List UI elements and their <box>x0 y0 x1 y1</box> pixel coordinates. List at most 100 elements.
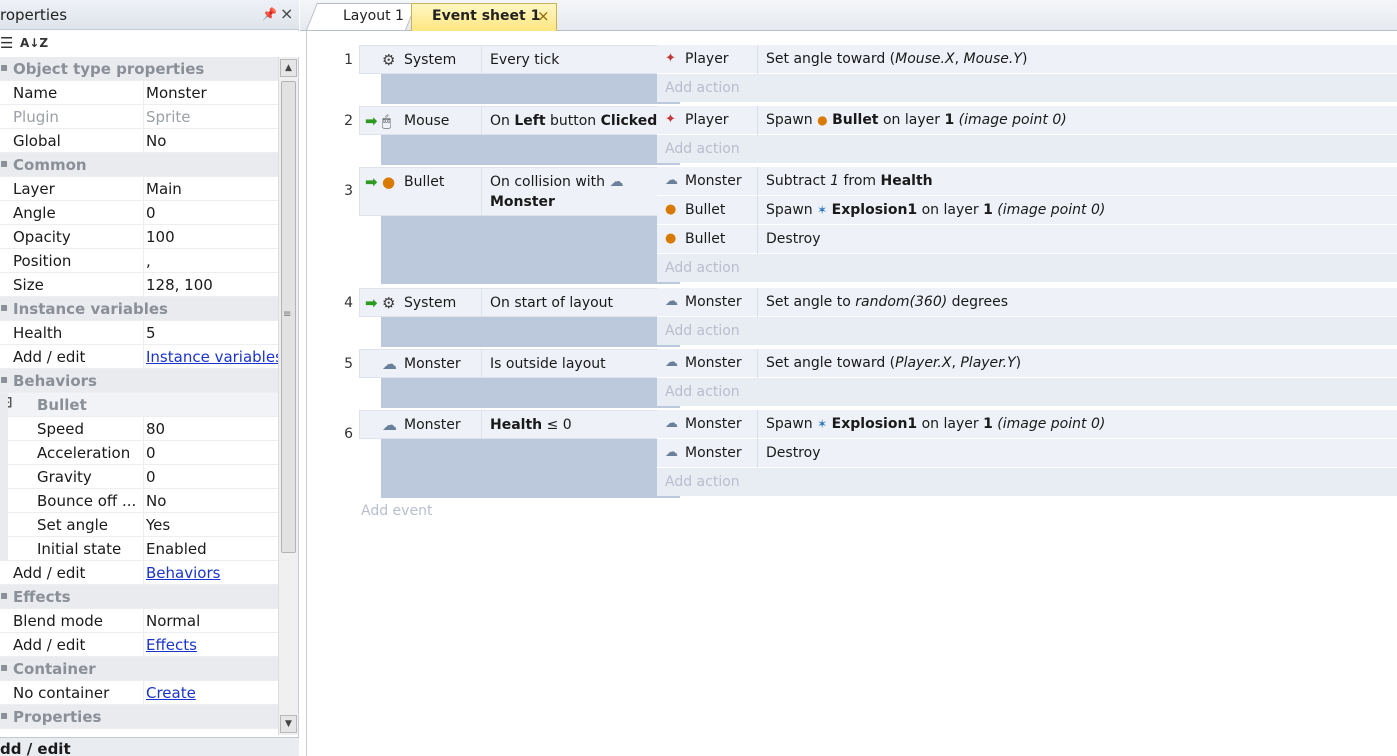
event-condition[interactable]: ☁ Monster Health ≤ 0 <box>359 410 658 439</box>
property-row[interactable]: No container Create <box>0 681 278 705</box>
property-row[interactable]: Set angle Yes <box>0 513 278 537</box>
properties-footer: dd / edit <box>0 737 299 756</box>
property-row[interactable]: Gravity 0 <box>0 465 278 489</box>
close-icon[interactable]: × <box>280 4 293 23</box>
property-value[interactable]: Yes <box>146 516 170 534</box>
add-action-label[interactable]: Add action <box>665 323 740 339</box>
property-value[interactable]: Main <box>146 180 182 198</box>
event-condition[interactable]: ➡ 🖱 Mouse On Left button Clicked <box>359 106 658 135</box>
action-row[interactable]: ☁ Monster Destroy <box>657 439 1397 468</box>
action-object: Bullet <box>685 231 726 247</box>
property-value[interactable]: 5 <box>146 324 156 342</box>
add-action-label[interactable]: Add action <box>665 260 740 276</box>
property-value[interactable]: 0 <box>146 468 156 486</box>
action-row[interactable]: ☁ Monster Spawn ✶ Explosion1 on layer 1 (i… <box>657 410 1397 439</box>
property-value[interactable]: 100 <box>146 228 175 246</box>
property-row[interactable]: Initial state Enabled <box>0 537 278 561</box>
property-row[interactable]: Size 128, 100 <box>0 273 278 297</box>
property-divider <box>143 537 144 561</box>
text-part: , <box>954 51 964 67</box>
add-action-link[interactable]: Add action <box>657 378 1397 406</box>
property-subcategory[interactable]: ⊟ Bullet <box>0 393 278 417</box>
action-row[interactable]: ☁ Monster Set angle to random(360) degrees <box>657 288 1397 317</box>
trigger-arrow-icon: ➡ <box>365 112 378 130</box>
collapse-icon[interactable]: ▪ <box>0 588 8 602</box>
property-row[interactable]: Acceleration 0 <box>0 441 278 465</box>
tab-event-sheet-1[interactable]: Event sheet 1 <box>432 8 540 24</box>
event-condition[interactable]: ⚙ System Every tick <box>359 45 658 74</box>
action-row[interactable]: ● Bullet Destroy <box>657 225 1397 254</box>
property-row[interactable]: Add / edit Effects <box>0 633 278 657</box>
property-row[interactable]: Name Monster <box>0 81 278 105</box>
property-link-effects[interactable]: Effects <box>146 636 197 654</box>
action-object: Player <box>685 112 729 128</box>
action-row[interactable]: ☁ Monster Set angle toward (Player.X, Play… <box>657 349 1397 378</box>
event-condition[interactable]: ➡ ● Bullet On collision with ☁ Monster <box>359 167 658 216</box>
property-value[interactable]: 0 <box>146 204 156 222</box>
property-row[interactable]: Position, <box>0 249 278 273</box>
collapse-icon[interactable]: ⊟ <box>0 393 13 411</box>
property-value[interactable]: No <box>146 132 166 150</box>
collapse-icon[interactable]: ▪ <box>0 708 8 722</box>
property-row[interactable]: Bounce off ... No <box>0 489 278 513</box>
property-link-behaviors[interactable]: Behaviors <box>146 564 220 582</box>
collapse-icon[interactable]: ▪ <box>0 660 8 674</box>
close-tab-icon[interactable]: × <box>537 7 550 25</box>
categorized-icon[interactable]: ☰ <box>0 34 13 52</box>
property-row[interactable]: Plugin Sprite <box>0 105 278 129</box>
property-value[interactable]: 80 <box>146 420 165 438</box>
property-row[interactable]: Health 5 <box>0 321 278 345</box>
condition-object: Mouse <box>404 113 450 129</box>
property-row[interactable]: Opacity 100 <box>0 225 278 249</box>
scroll-down-icon[interactable]: ▼ <box>280 715 297 733</box>
action-row[interactable]: ✦ Player Spawn ● Bullet on layer 1 (image … <box>657 106 1397 135</box>
property-link-create[interactable]: Create <box>146 684 196 702</box>
event-condition[interactable]: ☁ Monster Is outside layout <box>359 349 658 378</box>
add-action-link[interactable]: Add action <box>657 317 1397 345</box>
property-value[interactable]: 0 <box>146 444 156 462</box>
property-row[interactable]: Add / edit Instance variables <box>0 345 278 369</box>
event-sheet[interactable]: Add event 1 ⚙ System Every tick ✦ Player Set a… <box>306 31 1397 756</box>
add-action-label[interactable]: Add action <box>665 80 740 96</box>
add-action-label[interactable]: Add action <box>665 474 740 490</box>
action-divider <box>757 225 758 254</box>
text-part: on layer <box>917 202 984 218</box>
properties-scrollbar[interactable]: ▲ ≡ ▼ <box>278 57 298 735</box>
add-event-link[interactable]: Add event <box>361 503 432 519</box>
add-action-link[interactable]: Add action <box>657 254 1397 282</box>
collapse-icon[interactable]: ▪ <box>0 156 8 170</box>
add-action-label[interactable]: Add action <box>665 141 740 157</box>
condition-text: On start of layout <box>490 295 614 311</box>
property-value[interactable]: Monster <box>146 84 207 102</box>
add-action-link[interactable]: Add action <box>657 74 1397 102</box>
condition-divider <box>481 289 482 316</box>
sort-alphabetical-icon[interactable]: A↓Z <box>20 36 48 50</box>
property-value[interactable]: , <box>146 252 151 270</box>
property-row[interactable]: Global No <box>0 129 278 153</box>
add-action-link[interactable]: Add action <box>657 468 1397 496</box>
property-row[interactable]: Angle 0 <box>0 201 278 225</box>
add-action-label[interactable]: Add action <box>665 384 740 400</box>
property-value[interactable]: 128, 100 <box>146 276 213 294</box>
action-row[interactable]: ✦ Player Set angle toward (Mouse.X, Mouse.… <box>657 45 1397 74</box>
action-row[interactable]: ● Bullet Spawn ✶ Explosion1 on layer 1 (im… <box>657 196 1397 225</box>
event-condition[interactable]: ➡ ⚙ System On start of layout <box>359 288 658 317</box>
property-row[interactable]: Add / edit Behaviors <box>0 561 278 585</box>
action-row[interactable]: ☁ Monster Subtract 1 from Health <box>657 167 1397 196</box>
property-link-instance-variables[interactable]: Instance variables <box>146 348 278 366</box>
property-value[interactable]: Enabled <box>146 540 207 558</box>
property-value[interactable]: Normal <box>146 612 200 630</box>
property-divider <box>143 681 144 705</box>
tab-layout-1[interactable]: Layout 1 <box>343 8 404 24</box>
collapse-icon[interactable]: ▪ <box>0 60 8 74</box>
collapse-icon[interactable]: ▪ <box>0 372 8 386</box>
property-row[interactable]: Speed 80 <box>0 417 278 441</box>
property-row[interactable]: Layer Main <box>0 177 278 201</box>
scroll-up-icon[interactable]: ▲ <box>280 59 297 77</box>
pin-icon[interactable]: 📌 <box>262 7 277 21</box>
collapse-icon[interactable]: ▪ <box>0 300 8 314</box>
property-value[interactable]: No <box>146 492 166 510</box>
property-name: Speed <box>37 420 85 438</box>
property-row[interactable]: Blend mode Normal <box>0 609 278 633</box>
add-action-link[interactable]: Add action <box>657 135 1397 163</box>
